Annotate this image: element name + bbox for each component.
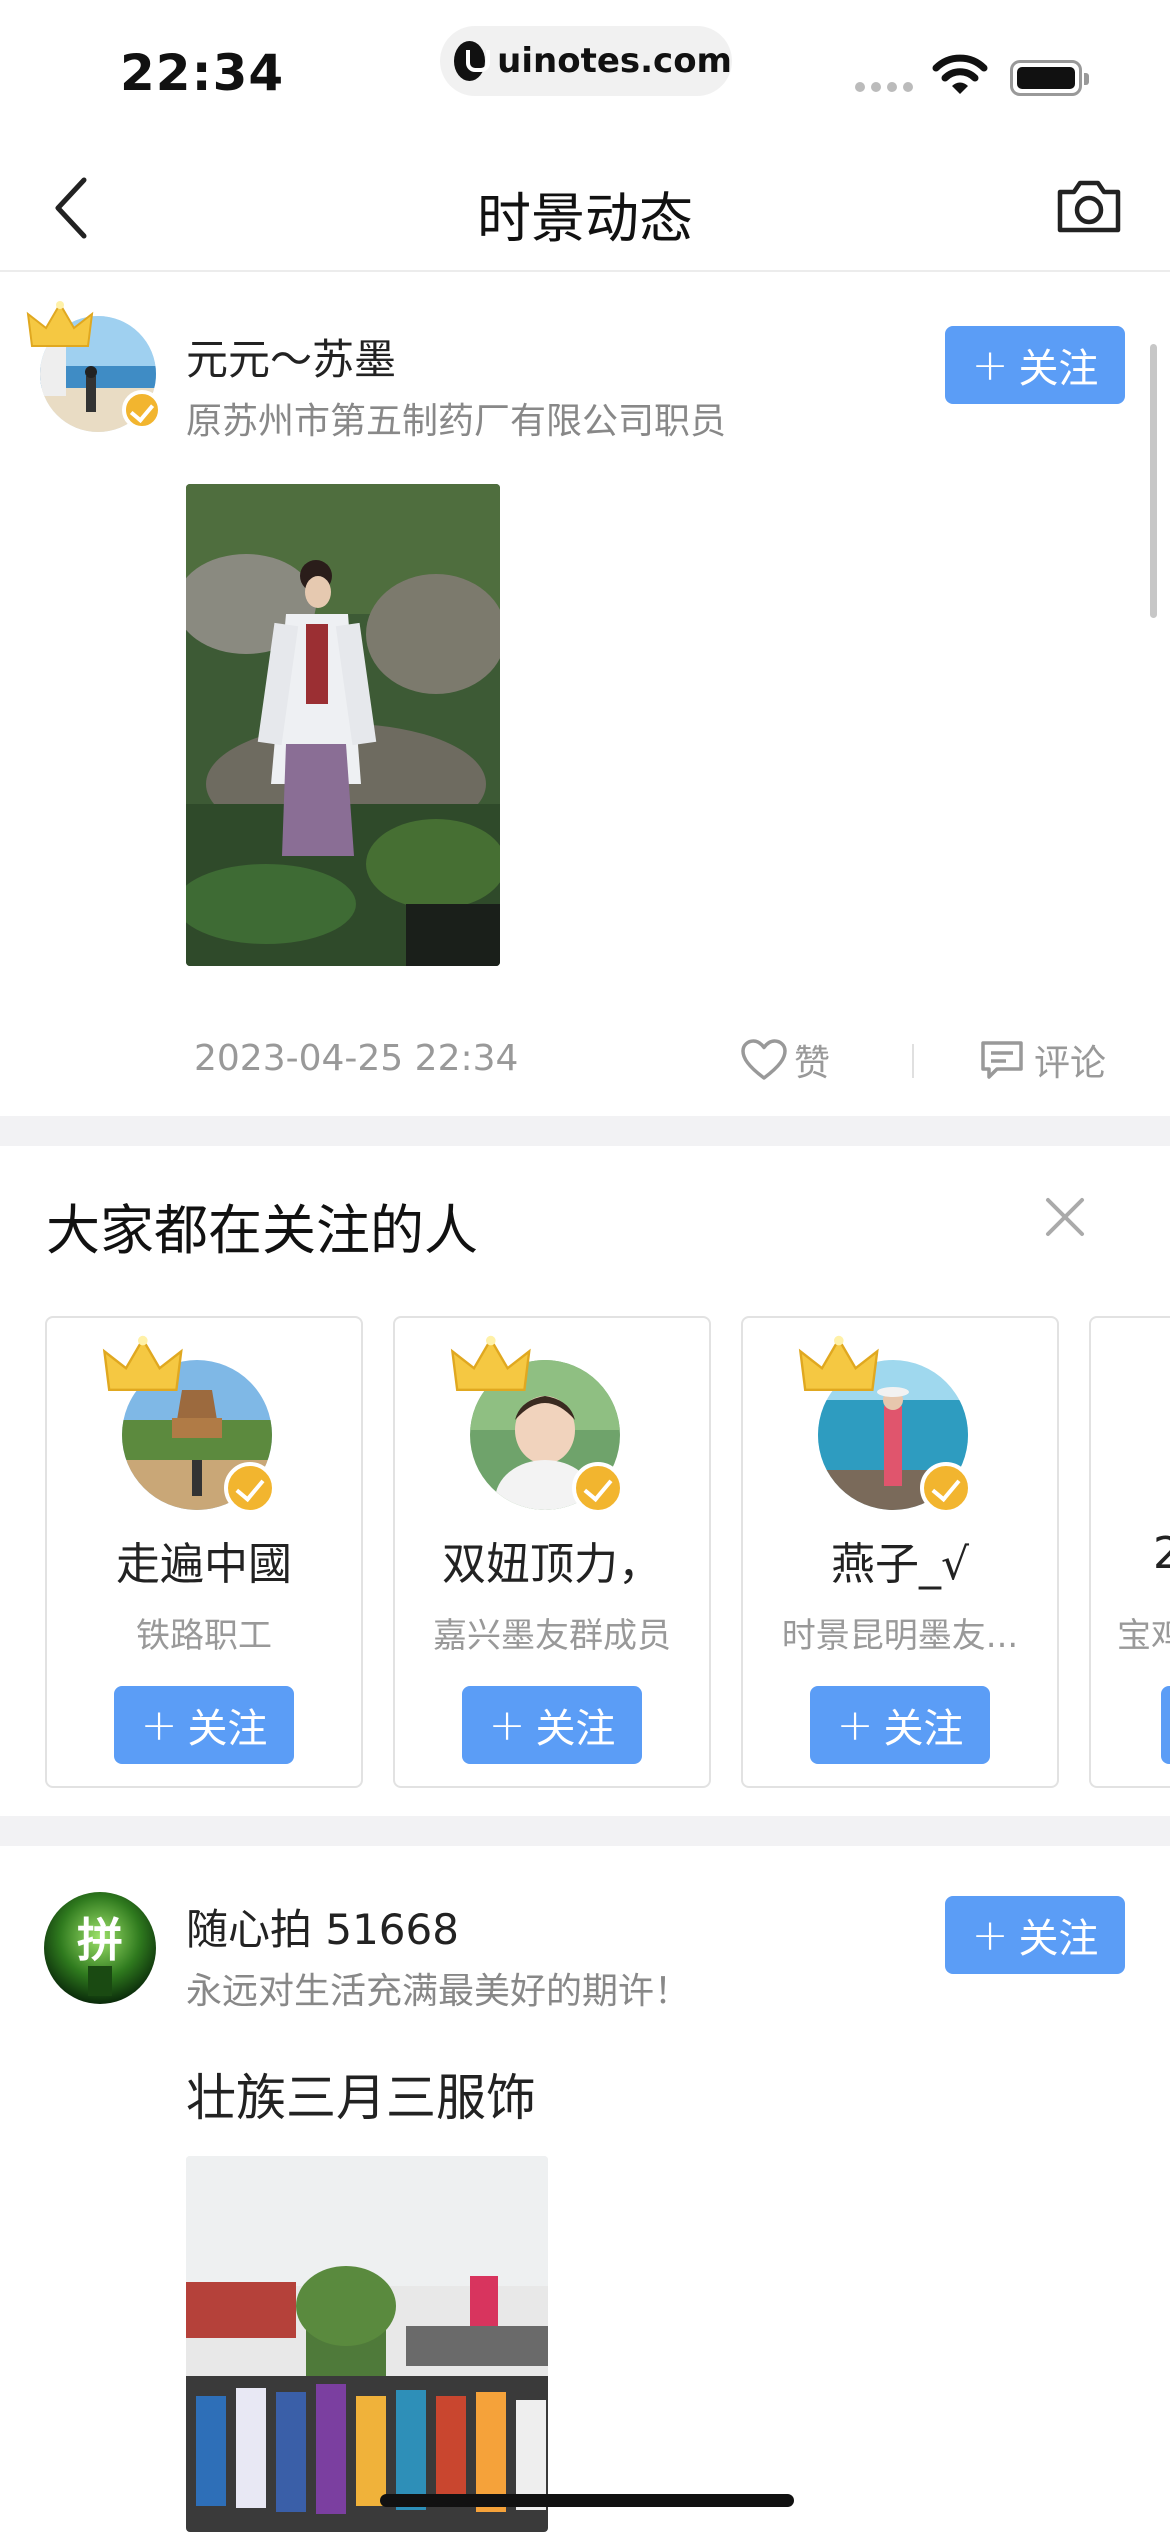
recommend-desc: 宝鸡	[1117, 1616, 1170, 1656]
follow-label: 关注	[1018, 1916, 1099, 1962]
plus-icon: +	[971, 1909, 1009, 1961]
plus-icon: +	[971, 339, 1009, 391]
recommend-name: 2	[1153, 1528, 1170, 1579]
recommend-desc: 嘉兴墨友群成员	[433, 1616, 671, 1656]
avatar[interactable]	[102, 1335, 276, 1514]
plus-icon: +	[488, 1699, 526, 1751]
crown-icon	[102, 1335, 183, 1391]
user-description: 原苏州市第五制药厂有限公司职员	[186, 401, 727, 442]
recommend-card[interactable]: 走遍中國 铁路职工 + 关注	[45, 1316, 363, 1788]
user-description: 永远对生活充满最美好的期许！	[186, 1971, 691, 2012]
site-logo-icon	[454, 41, 491, 81]
post-date: 2023-04-25 22:34	[194, 1038, 519, 1079]
crown-icon	[450, 1335, 531, 1391]
nav-bar: 时景动态	[0, 140, 1170, 272]
recommend-title: 大家都在关注的人	[46, 1199, 478, 1262]
follow-label: 关注	[535, 1706, 616, 1752]
scrollbar[interactable]	[1150, 344, 1157, 618]
heart-icon	[741, 1039, 787, 1080]
recommend-name: 双妞顶力，	[442, 1539, 662, 1590]
recommend-name: 燕子_√	[830, 1539, 970, 1590]
follow-button[interactable]: + 关注	[1161, 1686, 1170, 1764]
comment-button[interactable]: 评论	[980, 1034, 1106, 1086]
follow-label: 关注	[187, 1706, 268, 1752]
recommend-card[interactable]: 2 宝鸡 + 关注	[1089, 1316, 1170, 1788]
follow-button[interactable]: + 关注	[114, 1686, 294, 1764]
verified-badge-icon	[572, 1462, 624, 1514]
avatar[interactable]	[450, 1335, 624, 1540]
post-photo[interactable]	[186, 2156, 548, 2532]
section-divider	[0, 1816, 1170, 1846]
comment-label: 评论	[1034, 1043, 1107, 1084]
avatar-text: 拼	[77, 1913, 123, 1967]
home-indicator[interactable]	[380, 2494, 794, 2507]
recommend-card[interactable]: 双妞顶力， 嘉兴墨友群成员 + 关注	[393, 1316, 711, 1788]
url-pill[interactable]: uinotes.com	[440, 26, 732, 96]
meta-divider	[912, 1044, 914, 1078]
recommend-card[interactable]: 燕子_√ 时景昆明墨友... + 关注	[741, 1316, 1059, 1788]
page-title: 时景动态	[477, 187, 693, 250]
section-divider	[0, 1116, 1170, 1146]
status-bar: 22:34 uinotes.com	[0, 0, 1170, 140]
follow-label: 关注	[1018, 346, 1099, 392]
follow-button[interactable]: + 关注	[462, 1686, 642, 1764]
post-title: 壮族三月三服饰	[186, 2069, 536, 2127]
plus-icon: +	[836, 1699, 874, 1751]
recommend-desc: 铁路职工	[136, 1616, 272, 1656]
crown-icon	[798, 1335, 879, 1391]
url-text: uinotes.com	[497, 41, 732, 81]
avatar[interactable]	[798, 1335, 972, 1514]
follow-button[interactable]: + 关注	[810, 1686, 990, 1764]
status-time: 22:34	[120, 44, 285, 102]
avatar[interactable]: 拼	[44, 1892, 156, 2004]
post-photo[interactable]	[186, 484, 500, 966]
follow-button[interactable]: + 关注	[945, 1896, 1125, 1974]
camera-icon[interactable]	[1054, 170, 1124, 240]
follow-button[interactable]: + 关注	[945, 326, 1125, 404]
app-screen: 22:34 uinotes.com 时景动态 元元～苏墨 原苏州市第五制药厂有限…	[0, 0, 1170, 2532]
plus-icon: +	[140, 1699, 178, 1751]
close-icon[interactable]	[1040, 1192, 1090, 1242]
comment-icon	[981, 1041, 1023, 1079]
wifi-icon	[932, 54, 988, 94]
cellular-signal-icon	[855, 82, 913, 92]
avatar-image: 拼	[44, 1892, 156, 2004]
recommend-name: 走遍中國	[116, 1539, 292, 1590]
avatar[interactable]	[26, 301, 162, 432]
user-name[interactable]: 元元～苏墨	[186, 326, 396, 387]
follow-label: 关注	[883, 1706, 964, 1752]
verified-badge-icon	[122, 390, 162, 430]
user-name[interactable]: 随心拍 51668	[186, 1896, 459, 1957]
like-label: 赞	[794, 1043, 831, 1084]
recommend-desc: 时景昆明墨友...	[781, 1616, 1019, 1656]
like-button[interactable]: 赞	[740, 1034, 830, 1086]
crown-icon	[26, 301, 94, 347]
verified-badge-icon	[224, 1462, 276, 1514]
verified-badge-icon	[920, 1462, 972, 1514]
battery-icon	[1010, 60, 1089, 96]
